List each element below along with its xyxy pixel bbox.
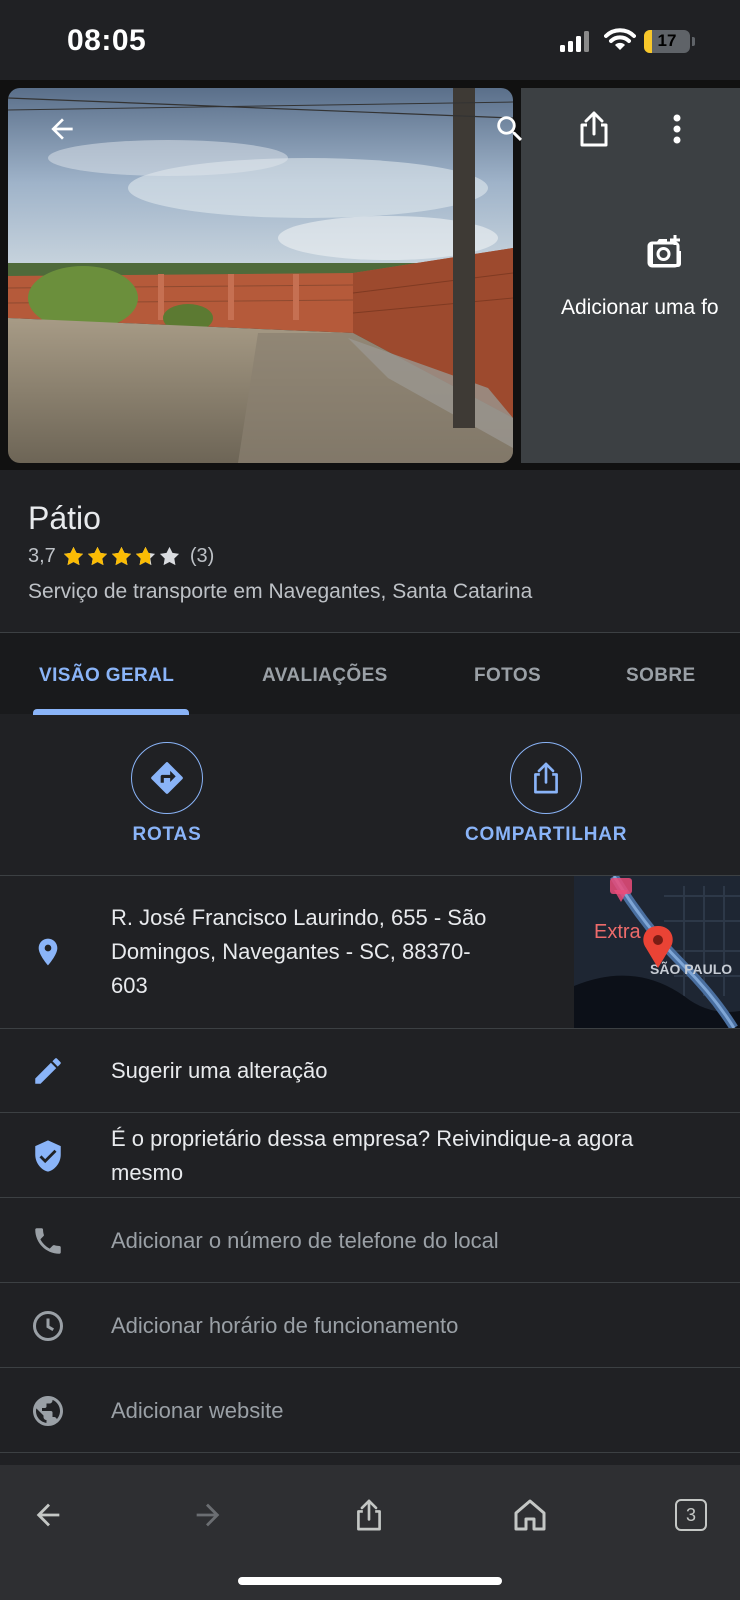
active-tab-indicator (33, 709, 189, 715)
star-icon (63, 546, 83, 566)
search-icon (497, 116, 523, 142)
location-pin-icon (30, 934, 66, 970)
star-icon (135, 546, 155, 566)
photo-strip: Adicionar uma fo (0, 80, 740, 470)
back-arrow-icon (36, 1503, 60, 1527)
map-label-poi: Extra (594, 921, 642, 943)
home-indicator (238, 1577, 502, 1585)
tab-about[interactable]: SOBRE (626, 665, 696, 687)
add-hours-text: Adicionar horário de funcionamento (111, 1313, 459, 1338)
back-button[interactable] (38, 105, 86, 153)
phone-icon (30, 1223, 66, 1259)
verified-shield-icon (30, 1138, 66, 1174)
tab-photos[interactable]: FOTOS (474, 665, 541, 687)
review-count: (3) (189, 545, 215, 567)
rating-row[interactable]: 3,7 (3) (28, 545, 214, 568)
rating-value: 3,7 (28, 545, 56, 567)
address-line: R. José Francisco Laurindo, 655 - São (111, 905, 487, 930)
battery-level: 17 (657, 31, 677, 50)
divider (0, 1367, 740, 1368)
back-arrow-icon (51, 118, 73, 140)
mini-map-image: Extra SÃO PAULO (574, 876, 740, 1028)
browser-share-button[interactable] (339, 1485, 399, 1545)
forward-arrow-icon (196, 1503, 220, 1527)
status-bar: 08:05 17 (0, 0, 740, 80)
share-label: COMPARTILHAR (465, 824, 628, 845)
tab-overview[interactable]: VISÃO GERAL (39, 665, 174, 687)
add-website-text: Adicionar website (111, 1398, 284, 1423)
claim-business-text: mesmo (111, 1160, 184, 1185)
divider (0, 1282, 740, 1283)
mini-map[interactable]: Extra SÃO PAULO (574, 876, 740, 1028)
search-button[interactable] (486, 105, 534, 153)
suggest-edit-text: Sugerir uma alteração (111, 1058, 328, 1083)
routes-label: ROTAS (132, 824, 202, 845)
home-icon (514, 1499, 546, 1531)
add-photo-camera-icon (647, 235, 681, 268)
wifi-icon (604, 28, 636, 50)
browser-forward-button[interactable] (178, 1485, 238, 1545)
routes-button[interactable]: ROTAS (131, 742, 203, 846)
add-photo-label: Adicionar uma fo (561, 296, 719, 319)
more-options-button[interactable] (653, 105, 701, 153)
tab-count: 3 (675, 1499, 707, 1531)
tab-bar: VISÃO GERAL AVALIAÇÕES FOTOS SOBRE (0, 632, 740, 715)
share-icon (580, 111, 608, 147)
cellular-signal-icon (560, 31, 589, 52)
routes-circle (131, 742, 203, 814)
share-circle (510, 742, 583, 814)
browser-home-button[interactable] (500, 1485, 560, 1545)
tab-reviews[interactable]: AVALIAÇÕES (262, 665, 388, 687)
clock-icon (30, 1308, 66, 1344)
divider (0, 1112, 740, 1113)
place-category: Serviço de transporte em Navegantes, San… (28, 580, 533, 603)
divider (0, 1197, 740, 1198)
star-icon (87, 546, 107, 566)
add-photo-tile[interactable]: Adicionar uma fo (521, 88, 740, 463)
address-line: Domingos, Navegantes - SC, 88370- (111, 939, 471, 964)
map-label-area: SÃO PAULO (650, 960, 732, 977)
battery-tip (692, 37, 695, 46)
more-vert-icon (673, 114, 681, 144)
edit-pencil-icon (30, 1053, 66, 1089)
share-icon (534, 762, 559, 794)
place-title: Pátio (28, 500, 101, 536)
divider (0, 1452, 740, 1453)
browser-back-button[interactable] (18, 1485, 78, 1545)
share-icon (357, 1499, 381, 1531)
battery-icon: 17 (644, 30, 690, 53)
divider (0, 1028, 740, 1029)
share-button[interactable]: COMPARTILHAR (465, 742, 627, 846)
claim-business-text: É o proprietário dessa empresa? Reivindi… (111, 1126, 634, 1151)
share-button-top[interactable] (570, 105, 618, 153)
star-icon (111, 546, 131, 566)
star-icon (159, 546, 179, 566)
globe-icon (30, 1393, 66, 1429)
browser-tabs-button[interactable]: 3 (661, 1485, 721, 1545)
directions-icon (151, 762, 183, 794)
address-line: 603 (111, 973, 148, 998)
add-phone-text: Adicionar o número de telefone do local (111, 1228, 499, 1253)
status-time: 08:05 (67, 24, 147, 57)
rating-stars (62, 545, 182, 568)
